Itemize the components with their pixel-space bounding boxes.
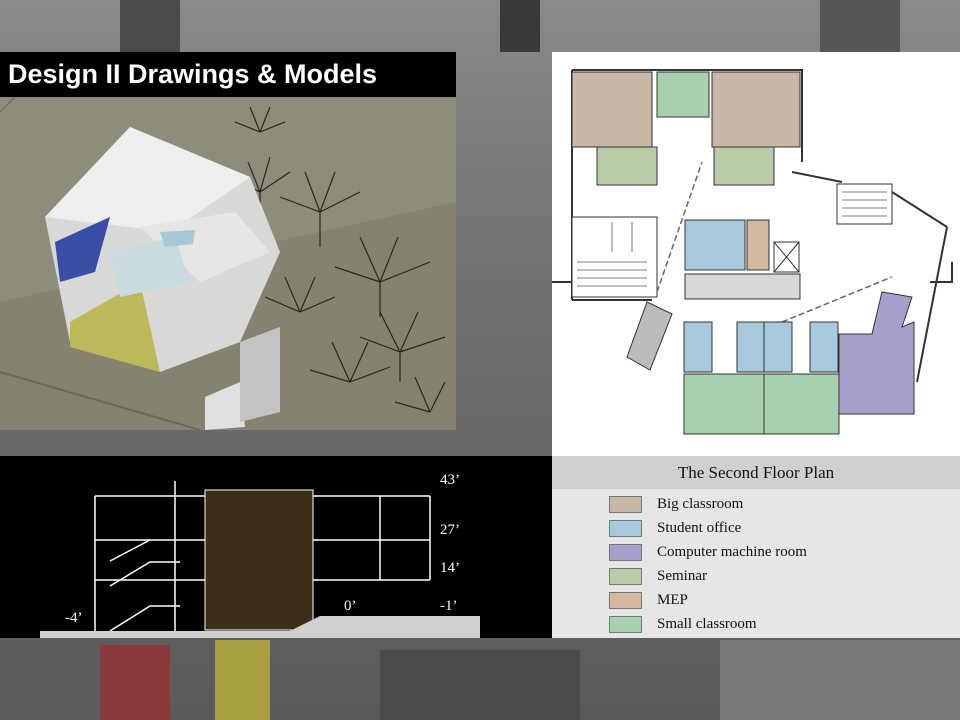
small-classroom-room bbox=[683, 373, 765, 435]
elevation-label-minus-4: -4’ bbox=[65, 610, 83, 626]
elevation-label-0: 0’ bbox=[344, 598, 357, 614]
slide-title: Design II Drawings & Models bbox=[0, 52, 456, 97]
atrium-volume bbox=[204, 489, 314, 631]
computer-machine-room bbox=[838, 291, 915, 415]
mep-room bbox=[746, 219, 770, 271]
model-render bbox=[0, 52, 456, 430]
legend-swatch bbox=[609, 592, 642, 609]
background-building-shape bbox=[500, 0, 540, 52]
student-office-room bbox=[809, 321, 839, 373]
restroom-block bbox=[571, 216, 658, 298]
legend-swatch bbox=[609, 616, 642, 633]
small-classroom-room bbox=[763, 373, 840, 435]
legend-swatch bbox=[609, 520, 642, 537]
background-building-shape bbox=[380, 650, 580, 720]
legend-label: Student office bbox=[657, 520, 742, 536]
background-yellow-block bbox=[215, 640, 270, 720]
big-classroom-room bbox=[711, 71, 801, 148]
background-building-shape bbox=[120, 0, 180, 52]
plan-title: The Second Floor Plan bbox=[552, 456, 960, 489]
ramp bbox=[626, 301, 673, 371]
student-office-room bbox=[683, 321, 713, 373]
elevation-label-minus-1: -1’ bbox=[440, 598, 458, 614]
legend-label: Seminar bbox=[657, 568, 707, 584]
stair bbox=[836, 183, 893, 225]
legend-swatch bbox=[609, 544, 642, 561]
legend-label: Small classroom bbox=[657, 616, 757, 632]
lobby-stair bbox=[684, 273, 801, 300]
elevation-label-14: 14’ bbox=[440, 560, 460, 576]
student-office-room bbox=[736, 321, 766, 373]
legend-label: Big classroom bbox=[657, 496, 744, 512]
legend-swatch bbox=[609, 568, 642, 585]
small-classroom-room bbox=[656, 71, 710, 118]
elevation-label-27: 27’ bbox=[440, 522, 460, 538]
second-floor-plan-drawing bbox=[552, 52, 960, 456]
legend-swatch bbox=[609, 496, 642, 513]
big-classroom-room bbox=[571, 71, 653, 148]
floor-plan-legend: The Second Floor Plan Big classroom Stud… bbox=[552, 456, 960, 638]
elevation-label-43: 43’ bbox=[440, 472, 460, 488]
building-section-drawing: 43’ 27’ 14’ -1’ 0’ -4’ bbox=[0, 456, 552, 638]
background-building-shape bbox=[720, 640, 960, 720]
student-office-room bbox=[763, 321, 793, 373]
background-building-shape bbox=[820, 0, 900, 52]
student-office-room bbox=[684, 219, 746, 271]
seminar-room bbox=[713, 146, 775, 186]
legend-label: MEP bbox=[657, 592, 688, 608]
background-red-block bbox=[100, 645, 170, 720]
legend-label: Computer machine room bbox=[657, 544, 807, 560]
seminar-room bbox=[596, 146, 658, 186]
